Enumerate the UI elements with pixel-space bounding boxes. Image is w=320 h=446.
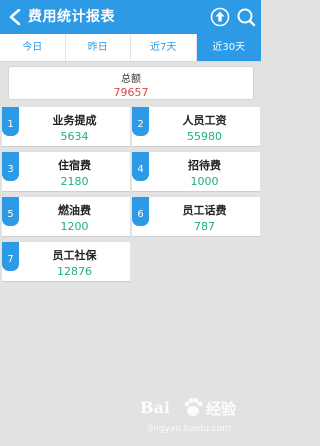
category-label: 住宿费 bbox=[58, 159, 91, 172]
upload-icon[interactable] bbox=[210, 7, 230, 27]
index-badge: 6 bbox=[132, 197, 149, 226]
category-value: 55980 bbox=[187, 130, 222, 143]
tab-yesterday[interactable]: 昨日 bbox=[66, 34, 131, 61]
page-title: 费用统计报表 bbox=[28, 9, 115, 25]
index-badge: 4 bbox=[132, 152, 149, 181]
category-label: 招待费 bbox=[188, 159, 221, 172]
category-card-staff-salary[interactable]: 2 人员工资 55980 bbox=[132, 107, 260, 147]
category-value: 1200 bbox=[60, 220, 89, 233]
category-card-accommodation[interactable]: 3 住宿费 2180 bbox=[2, 152, 130, 192]
category-value: 787 bbox=[194, 220, 215, 233]
category-value: 12876 bbox=[57, 265, 92, 278]
category-value: 1000 bbox=[190, 175, 219, 188]
paw-icon bbox=[184, 398, 203, 416]
category-card-entertainment[interactable]: 4 招待费 1000 bbox=[132, 152, 260, 192]
index-badge: 1 bbox=[2, 107, 19, 136]
baidu-jingyan-watermark: Bai 经验 jingyan.baidu.com bbox=[140, 396, 258, 440]
watermark-jingyan: 经验 bbox=[206, 400, 237, 418]
category-card-fuel[interactable]: 5 燃油费 1200 bbox=[2, 197, 130, 237]
date-range-tabs: 今日 昨日 近7天 近30天 bbox=[0, 34, 261, 62]
tab-last-30-days[interactable]: 近30天 bbox=[196, 34, 261, 61]
total-value: 79657 bbox=[113, 86, 149, 99]
category-label: 业务提成 bbox=[52, 114, 97, 127]
category-card-business-commission[interactable]: 1 业务提成 5634 bbox=[2, 107, 130, 147]
category-label: 燃油费 bbox=[58, 204, 91, 217]
app-header: 费用统计报表 bbox=[0, 0, 261, 34]
index-badge: 7 bbox=[2, 242, 19, 271]
tab-today[interactable]: 今日 bbox=[0, 34, 66, 61]
index-badge: 5 bbox=[2, 197, 19, 226]
category-label: 员工话费 bbox=[182, 204, 227, 217]
category-value: 2180 bbox=[60, 175, 89, 188]
index-badge: 3 bbox=[2, 152, 19, 181]
total-summary: 总额 79657 bbox=[8, 66, 254, 100]
watermark-url: jingyan.baidu.com bbox=[148, 424, 232, 434]
chevron-left-icon[interactable] bbox=[8, 9, 22, 25]
category-label: 员工社保 bbox=[52, 249, 97, 262]
index-badge: 2 bbox=[132, 107, 149, 136]
search-icon[interactable] bbox=[236, 7, 256, 27]
watermark-logo-text: Bai bbox=[140, 398, 170, 417]
total-label: 总额 bbox=[121, 74, 141, 85]
category-value: 5634 bbox=[60, 130, 89, 143]
category-card-social-insurance[interactable]: 7 员工社保 12876 bbox=[2, 242, 130, 282]
category-card-phone-bill[interactable]: 6 员工话费 787 bbox=[132, 197, 260, 237]
tab-last-7-days[interactable]: 近7天 bbox=[131, 34, 197, 61]
category-label: 人员工资 bbox=[182, 114, 227, 127]
